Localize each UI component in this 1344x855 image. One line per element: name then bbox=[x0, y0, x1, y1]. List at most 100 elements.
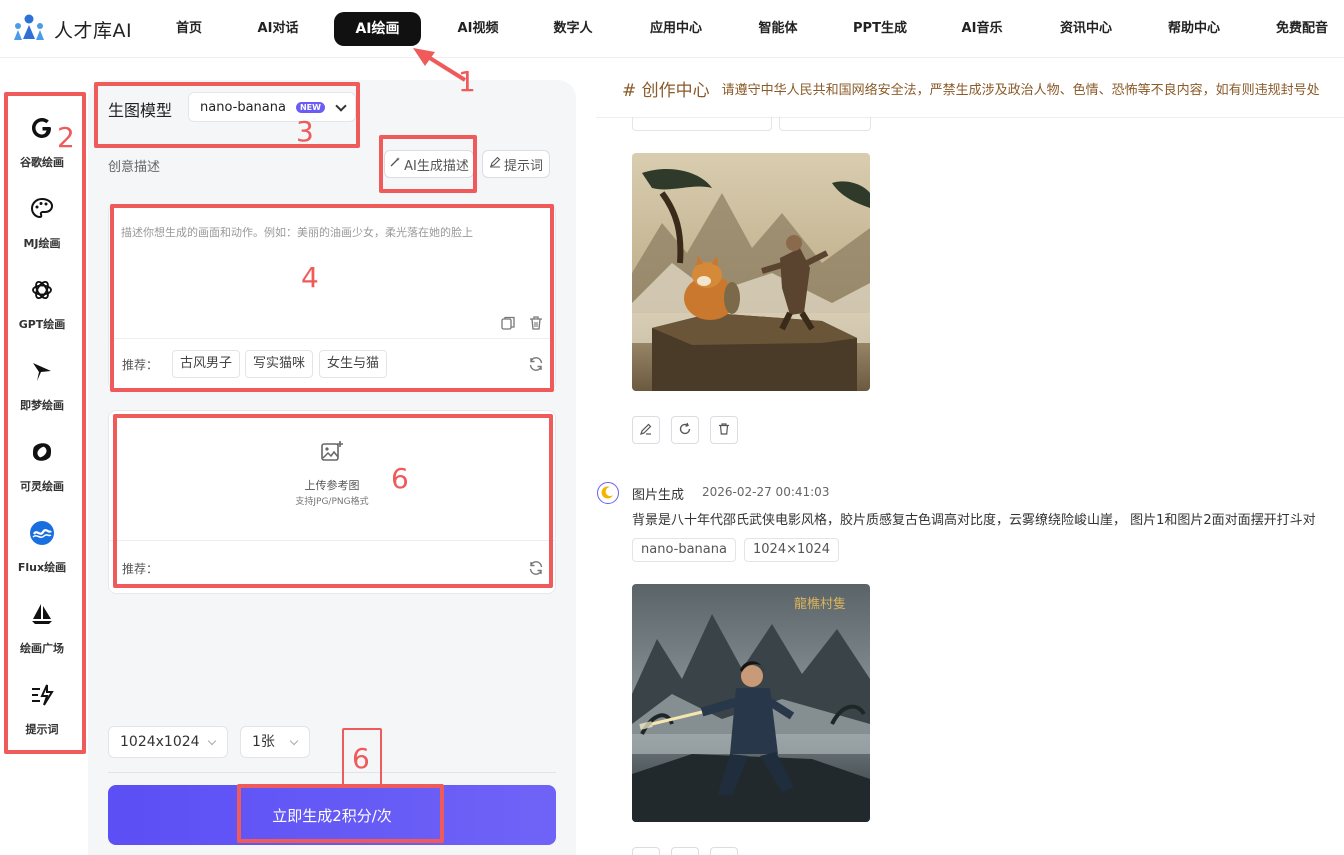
meta-tag-clipped bbox=[632, 117, 772, 131]
ai-desc-label: AI生成描述 bbox=[404, 158, 469, 174]
nav-news[interactable]: 资讯中心 bbox=[1050, 12, 1122, 46]
annotation-number: 2 bbox=[57, 121, 75, 154]
size-value: 1024x1024 bbox=[120, 734, 200, 750]
divider bbox=[108, 338, 556, 339]
nav-agents[interactable]: 智能体 bbox=[748, 12, 808, 46]
avatar bbox=[597, 482, 619, 504]
chevron-down-icon bbox=[289, 736, 299, 746]
regenerate-button[interactable] bbox=[671, 847, 699, 855]
meta-tag-clipped bbox=[779, 117, 871, 131]
regenerate-button[interactable] bbox=[671, 416, 699, 444]
upload-title: 上传参考图 bbox=[304, 479, 360, 492]
delete-button[interactable] bbox=[710, 847, 738, 855]
refresh-icon bbox=[678, 421, 692, 440]
nav-free-dubbing[interactable]: 免费配音 bbox=[1266, 12, 1338, 46]
rail-label: 提示词 bbox=[25, 723, 59, 736]
magic-wand-icon bbox=[389, 156, 401, 172]
edit-button[interactable] bbox=[632, 847, 660, 855]
generated-image[interactable] bbox=[632, 153, 870, 391]
sailboat-icon bbox=[28, 600, 56, 628]
pen-icon bbox=[489, 156, 501, 172]
upload-format-hint: 支持JPG/PNG格式 bbox=[295, 497, 369, 507]
nav-app-center[interactable]: 应用中心 bbox=[640, 12, 712, 46]
flux-icon bbox=[28, 519, 56, 547]
annotation-number: 3 bbox=[296, 115, 314, 148]
tool-rail: 谷歌绘画 MJ绘画 GPT绘画 即梦绘画 可灵绘画 Flux绘画 绘画广场 提示… bbox=[0, 88, 88, 855]
jimeng-icon bbox=[28, 357, 56, 385]
nav-help[interactable]: 帮助中心 bbox=[1158, 12, 1230, 46]
nav-ai-music[interactable]: AI音乐 bbox=[950, 12, 1014, 46]
rail-label: MJ绘画 bbox=[23, 237, 61, 250]
size-tag: 1024×1024 bbox=[744, 538, 840, 562]
nav-ai-chat[interactable]: AI对话 bbox=[246, 12, 310, 46]
prompt-button[interactable]: 提示词 bbox=[482, 150, 550, 178]
brand-name: 人才库AI bbox=[54, 19, 133, 42]
annotation-number: 1 bbox=[458, 65, 476, 98]
google-icon bbox=[28, 114, 56, 142]
copy-icon[interactable] bbox=[500, 315, 516, 331]
rail-item-mj[interactable]: MJ绘画 bbox=[4, 177, 84, 253]
model-tag: nano-banana bbox=[632, 538, 736, 562]
rail-item-kling[interactable]: 可灵绘画 bbox=[4, 420, 84, 496]
annotation-number: 4 bbox=[301, 261, 319, 294]
generate-button-label: 立即生成2积分/次 bbox=[272, 806, 392, 825]
edit-button[interactable] bbox=[632, 416, 660, 444]
recommend-tag[interactable]: 古风男子 bbox=[172, 350, 241, 378]
brand-logo-icon bbox=[12, 12, 46, 46]
prompt-placeholder: 描述你想生成的画面和动作。例如：美丽的油画少女，柔光落在她的脸上 bbox=[121, 226, 473, 239]
desc-label: 创意描述 bbox=[108, 160, 161, 175]
edit-icon bbox=[639, 421, 653, 440]
record-prompt: 背景是八十年代邵氏武侠电影风格，胶片质感复古色调高对比度，云雾缭绕险峻山崖， 图… bbox=[632, 513, 1316, 528]
nav-ppt[interactable]: PPT生成 bbox=[844, 12, 916, 46]
count-value: 1张 bbox=[252, 734, 275, 750]
divider bbox=[108, 772, 556, 773]
creation-header: # 创作中心 请遵守中华人民共和国网络安全法，严禁生成涉及政治人物、色情、恐怖等… bbox=[622, 76, 1320, 101]
delete-button[interactable] bbox=[710, 416, 738, 444]
brand-logo[interactable]: 人才库AI bbox=[12, 12, 132, 46]
model-select[interactable]: nano-banana NEW bbox=[188, 92, 356, 122]
rail-label: 绘画广场 bbox=[20, 642, 64, 655]
creation-title: # 创作中心 bbox=[622, 80, 710, 101]
new-badge: NEW bbox=[295, 101, 325, 113]
model-label: 生图模型 bbox=[108, 101, 173, 120]
model-value: nano-banana bbox=[200, 99, 286, 115]
rail-label: Flux绘画 bbox=[17, 561, 67, 574]
size-select[interactable]: 1024x1024 bbox=[108, 726, 228, 758]
image-caption: 龍樵村隻 bbox=[794, 596, 846, 612]
image-upload-icon bbox=[320, 440, 344, 464]
prompt-spark-icon bbox=[28, 681, 56, 709]
generate-button[interactable]: 立即生成2积分/次 bbox=[108, 785, 556, 845]
rail-label: 谷歌绘画 bbox=[20, 156, 64, 169]
count-select[interactable]: 1张 bbox=[240, 726, 310, 758]
chevron-down-icon bbox=[335, 100, 347, 112]
top-nav: 人才库AI 首页 AI对话 AI绘画 AI视频 数字人 应用中心 智能体 PPT… bbox=[0, 0, 1344, 58]
divider bbox=[108, 540, 556, 541]
openai-icon bbox=[28, 276, 56, 304]
annotation-number: 6 bbox=[352, 742, 370, 775]
palette-icon bbox=[28, 195, 56, 223]
record-time: 2026-02-27 00:41:03 bbox=[702, 485, 830, 499]
trash-icon[interactable] bbox=[528, 315, 544, 331]
rail-item-gpt[interactable]: GPT绘画 bbox=[4, 258, 84, 334]
recommend-label: 推荐： bbox=[122, 358, 159, 372]
generated-image[interactable]: 龍樵村隻 bbox=[632, 584, 870, 822]
prompt-button-label: 提示词 bbox=[503, 158, 543, 174]
rail-label: 即梦绘画 bbox=[20, 399, 64, 412]
record-type: 图片生成 bbox=[632, 488, 685, 503]
kling-icon bbox=[28, 438, 56, 466]
rail-item-prompts[interactable]: 提示词 bbox=[4, 663, 84, 739]
chevron-down-icon bbox=[207, 736, 217, 746]
rail-item-jimeng[interactable]: 即梦绘画 bbox=[4, 339, 84, 415]
rail-label: 可灵绘画 bbox=[20, 480, 64, 493]
rail-item-flux[interactable]: Flux绘画 bbox=[4, 501, 84, 577]
annotation-number: 6 bbox=[391, 462, 409, 495]
refresh-icon[interactable] bbox=[528, 356, 544, 372]
nav-home[interactable]: 首页 bbox=[160, 12, 218, 46]
refresh-icon[interactable] bbox=[528, 560, 544, 576]
ai-desc-button[interactable]: AI生成描述 bbox=[384, 150, 474, 178]
upload-recommend-label: 推荐： bbox=[122, 562, 159, 576]
recommend-tag[interactable]: 女生与猫 bbox=[319, 350, 388, 378]
rail-item-square[interactable]: 绘画广场 bbox=[4, 582, 84, 658]
recommend-tag[interactable]: 写实猫咪 bbox=[245, 350, 314, 378]
nav-digital-human[interactable]: 数字人 bbox=[544, 12, 602, 46]
